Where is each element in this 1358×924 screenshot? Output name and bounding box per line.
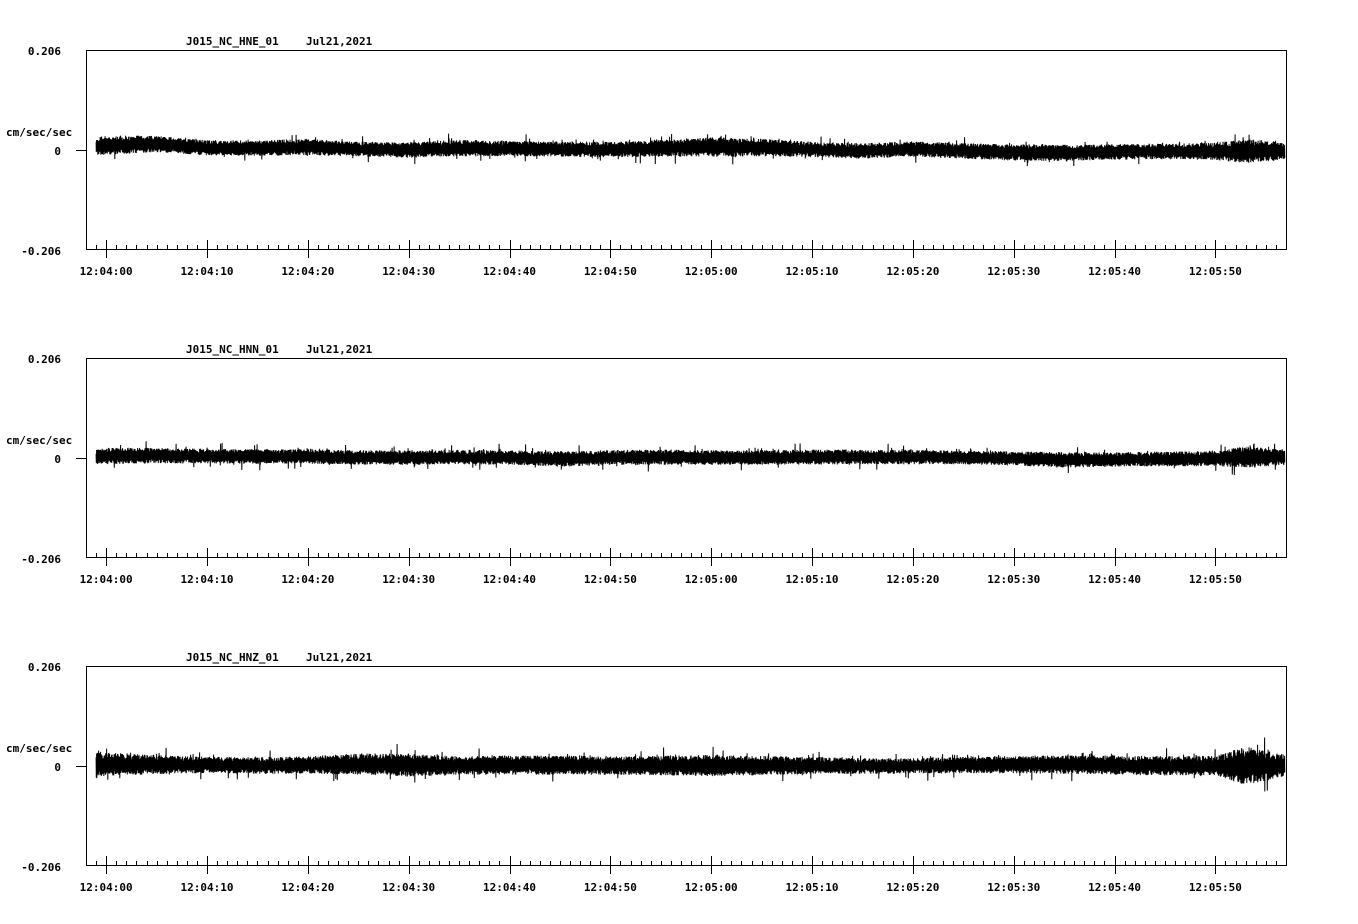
y-axis-label: cm/sec/sec: [6, 434, 72, 447]
y-tick-zero: 0: [54, 761, 61, 774]
x-tick-label: 12:05:40: [1088, 265, 1141, 278]
x-tick-label: 12:05:30: [987, 881, 1040, 894]
x-tick-labels: 12:04:00 12:04:10 12:04:20 12:04:30 12:04:40…: [80, 881, 1242, 894]
x-tick-labels: 12:04:00 12:04:10 12:04:20 12:04:30 12:04:40…: [80, 573, 1242, 586]
y-axis-label: cm/sec/sec: [6, 126, 72, 139]
station-title: J015_NC_HNZ_01: [186, 651, 279, 664]
x-tick-label: 12:04:20: [281, 573, 334, 586]
x-tick-label: 12:05:00: [685, 881, 738, 894]
station-title: J015_NC_HNE_01: [186, 35, 279, 48]
x-tick-label: 12:05:50: [1189, 573, 1242, 586]
x-tick-label: 12:05:30: [987, 573, 1040, 586]
x-tick-label: 12:05:20: [886, 265, 939, 278]
x-tick-label: 12:04:50: [584, 881, 637, 894]
y-axis-label: cm/sec/sec: [6, 742, 72, 755]
y-tick-bottom: -0.206: [21, 861, 61, 874]
x-tick-label: 12:05:50: [1189, 881, 1242, 894]
y-tick-zero: 0: [54, 145, 61, 158]
x-tick-label: 12:04:30: [382, 881, 435, 894]
x-tick-label: 12:05:20: [886, 881, 939, 894]
y-tick-bottom: -0.206: [21, 245, 61, 258]
y-tick-top: 0.206: [28, 353, 61, 366]
waveform-trace: [96, 134, 1285, 167]
x-tick-label: 12:04:10: [181, 573, 234, 586]
x-tick-label: 12:04:00: [80, 265, 133, 278]
x-tick-label: 12:05:10: [786, 881, 839, 894]
x-tick-label: 12:05:40: [1088, 573, 1141, 586]
x-tick-label: 12:05:10: [786, 573, 839, 586]
x-tick-label: 12:04:00: [80, 881, 133, 894]
station-title: J015_NC_HNN_01: [186, 343, 279, 356]
x-tick-label: 12:04:20: [281, 881, 334, 894]
x-tick-label: 12:05:20: [886, 573, 939, 586]
record-date: Jul21,2021: [306, 343, 373, 356]
y-tick-top: 0.206: [28, 661, 61, 674]
x-tick-label: 12:04:30: [382, 265, 435, 278]
y-tick-top: 0.206: [28, 45, 61, 58]
x-tick-label: 12:04:20: [281, 265, 334, 278]
x-tick-label: 12:04:50: [584, 573, 637, 586]
x-tick-label: 12:04:40: [483, 881, 536, 894]
x-tick-label: 12:04:10: [181, 881, 234, 894]
y-tick-bottom: -0.206: [21, 553, 61, 566]
x-tick-label: 12:04:40: [483, 265, 536, 278]
record-date: Jul21,2021: [306, 35, 373, 48]
x-tick-label: 12:05:00: [685, 573, 738, 586]
panel-hnn: J015_NC_HNN_01 Jul21,2021 cm/sec/sec 0.2…: [6, 343, 1287, 586]
x-tick-label: 12:05:10: [786, 265, 839, 278]
panel-hne: J015_NC_HNE_01 Jul21,2021 cm/sec/sec 0.2…: [6, 35, 1287, 278]
x-tick-labels: 12:04:00 12:04:10 12:04:20 12:04:30 12:04:40…: [80, 265, 1242, 278]
x-tick-label: 12:05:30: [987, 265, 1040, 278]
waveform-trace: [96, 441, 1285, 475]
x-tick-label: 12:04:30: [382, 573, 435, 586]
y-tick-zero: 0: [54, 453, 61, 466]
waveform-trace: [96, 738, 1285, 792]
x-tick-label: 12:04:50: [584, 265, 637, 278]
x-tick-label: 12:05:00: [685, 265, 738, 278]
seismogram-page: J015_NC_HNE_01 Jul21,2021 cm/sec/sec 0.2…: [0, 0, 1358, 924]
panel-hnz: J015_NC_HNZ_01 Jul21,2021 cm/sec/sec 0.2…: [6, 651, 1287, 894]
x-tick-label: 12:04:40: [483, 573, 536, 586]
x-tick-label: 12:04:00: [80, 573, 133, 586]
x-tick-label: 12:05:40: [1088, 881, 1141, 894]
x-tick-label: 12:04:10: [181, 265, 234, 278]
record-date: Jul21,2021: [306, 651, 373, 664]
x-tick-label: 12:05:50: [1189, 265, 1242, 278]
